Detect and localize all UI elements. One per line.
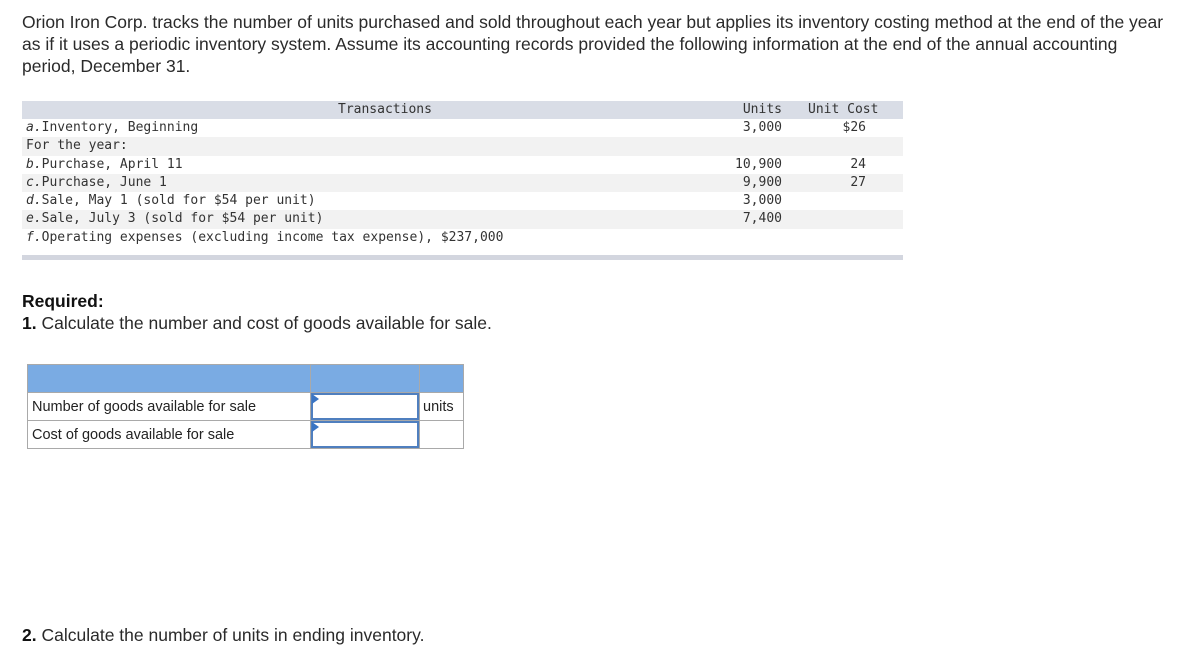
row-desc: For the year: bbox=[26, 138, 128, 154]
row-units: 9,900 bbox=[742, 174, 782, 190]
row-desc: Inventory, Beginning bbox=[41, 120, 199, 135]
transaction-row: b.Purchase, April 11 10,900 24 bbox=[22, 156, 903, 174]
problem-intro: Orion Iron Corp. tracks the number of un… bbox=[22, 12, 1164, 76]
answer-row: Number of goods available for sale units bbox=[27, 392, 464, 421]
header-unit-cost: Unit Cost bbox=[808, 102, 879, 117]
header-transactions: Transactions bbox=[338, 102, 432, 117]
row-unit-cost: 27 bbox=[850, 174, 866, 190]
required-section: Required: 1. Calculate the number and co… bbox=[22, 290, 492, 334]
transactions-table: Transactions Units Unit Cost a.Inventory… bbox=[22, 101, 903, 261]
row-letter: b. bbox=[26, 156, 42, 172]
row-letter: c. bbox=[26, 174, 42, 190]
transaction-row: For the year: bbox=[22, 137, 903, 156]
row-desc: Operating expenses (excluding income tax… bbox=[41, 229, 504, 245]
row-desc: Purchase, April 11 bbox=[41, 156, 183, 172]
answer-table: Number of goods available for sale units… bbox=[27, 364, 464, 449]
goods-available-units-input[interactable] bbox=[311, 393, 419, 420]
answer-table-header bbox=[27, 364, 464, 393]
row-unit-cost: $26 bbox=[842, 120, 866, 135]
required-heading: Required: bbox=[22, 291, 104, 311]
row-letter: d. bbox=[26, 193, 42, 209]
row-units: 10,900 bbox=[735, 156, 782, 172]
row-units: 7,400 bbox=[742, 211, 782, 227]
table-footer-bar bbox=[22, 255, 903, 261]
row-desc: Sale, May 1 (sold for $54 per unit) bbox=[41, 193, 316, 209]
row-desc: Purchase, June 1 bbox=[41, 174, 167, 190]
transaction-row: e.Sale, July 3 (sold for $54 per unit) 7… bbox=[22, 210, 903, 229]
header-units: Units bbox=[742, 102, 782, 117]
row-unit-cost: 24 bbox=[850, 156, 866, 172]
row-letter: a. bbox=[26, 120, 42, 135]
input-marker-icon bbox=[312, 422, 319, 432]
row-units: 3,000 bbox=[742, 193, 782, 209]
q1-number: 1. bbox=[22, 313, 37, 333]
q2-number: 2. bbox=[22, 625, 37, 645]
row-desc: Sale, July 3 (sold for $54 per unit) bbox=[41, 211, 324, 227]
answer-row: Cost of goods available for sale bbox=[27, 420, 464, 449]
answer-unit bbox=[419, 420, 464, 449]
answer-label: Number of goods available for sale bbox=[27, 392, 311, 421]
answer-label: Cost of goods available for sale bbox=[27, 420, 311, 449]
q2-text: Calculate the number of units in ending … bbox=[36, 625, 425, 645]
goods-available-cost-input[interactable] bbox=[311, 421, 419, 448]
transaction-row: c.Purchase, June 1 9,900 27 bbox=[22, 173, 903, 193]
transaction-row: a.Inventory, Beginning 3,000 $26 bbox=[22, 119, 903, 137]
row-units: 3,000 bbox=[742, 120, 782, 135]
transaction-row: f.Operating expenses (excluding income t… bbox=[22, 229, 903, 247]
input-marker-icon bbox=[312, 394, 319, 404]
question-2: 2. Calculate the number of units in endi… bbox=[22, 624, 424, 646]
q1-text: Calculate the number and cost of goods a… bbox=[36, 313, 492, 333]
transactions-header: Transactions Units Unit Cost bbox=[22, 101, 903, 119]
row-letter: f. bbox=[26, 229, 42, 245]
transaction-row: d.Sale, May 1 (sold for $54 per unit) 3,… bbox=[22, 192, 903, 210]
answer-unit: units bbox=[419, 392, 464, 421]
row-letter: e. bbox=[26, 211, 42, 227]
